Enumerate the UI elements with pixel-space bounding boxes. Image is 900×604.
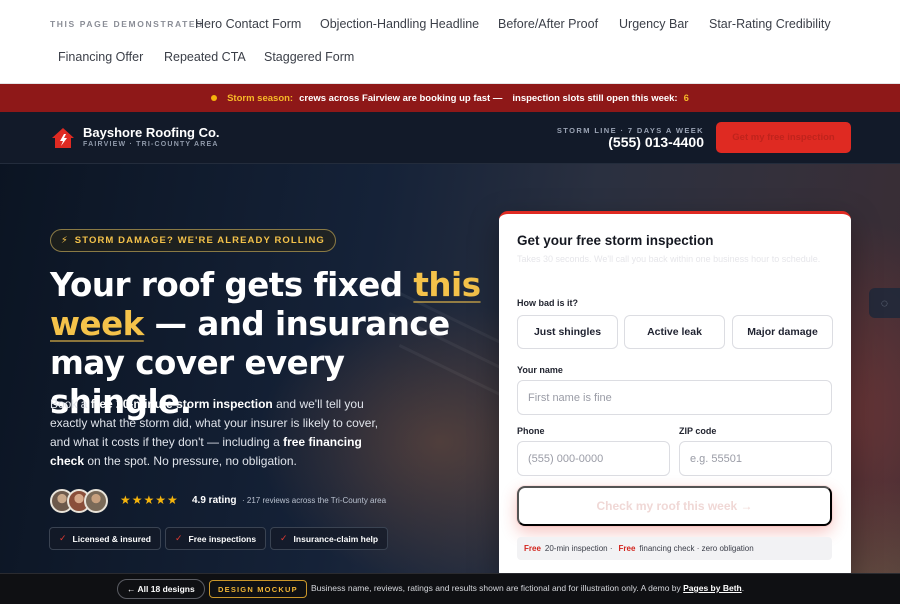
star-rating-icon: ★★★★★: [120, 493, 179, 507]
form-title: Get your free storm inspection: [517, 233, 714, 248]
check-icon: ✓: [59, 533, 67, 543]
side-widget-icon[interactable]: ◌: [869, 288, 900, 318]
demo-link-repeated-cta[interactable]: Repeated CTA: [164, 50, 246, 64]
urgency-slots-count: 6: [683, 92, 689, 104]
severity-option-major-damage[interactable]: Major damage: [732, 315, 833, 349]
zip-label: ZIP code: [679, 426, 717, 436]
house-logo-icon: [52, 128, 74, 148]
lightning-icon: ⚡: [61, 235, 69, 246]
demo-link-star-rating[interactable]: Star-Rating Credibility: [709, 17, 831, 31]
all-designs-button[interactable]: ← All 18 designs: [117, 579, 205, 599]
header-cta-button[interactable]: Get my free inspection: [716, 122, 851, 153]
phone-label: Phone: [517, 426, 545, 436]
demo-link-urgency-bar[interactable]: Urgency Bar: [619, 17, 688, 31]
brand-subtitle: FAIRVIEW · TRI-COUNTY AREA: [83, 141, 219, 148]
submit-button[interactable]: Check my roof this week →: [517, 486, 832, 526]
trust-chip-free-inspections: ✓ Free inspections: [165, 527, 267, 550]
urgency-text: crews across Fairview are booking up fas…: [299, 92, 503, 104]
disclaimer: Business name, reviews, ratings and resu…: [311, 583, 745, 593]
name-field[interactable]: First name is fine: [517, 380, 832, 415]
form-subtitle: Takes 30 seconds. We'll call you back wi…: [517, 254, 821, 264]
severity-option-active-leak[interactable]: Active leak: [624, 315, 725, 349]
avatar: [84, 489, 108, 513]
brand-name[interactable]: Bayshore Roofing Co.: [83, 125, 220, 140]
zip-field[interactable]: e.g. 55501: [679, 441, 832, 476]
reviewer-avatars: [50, 489, 110, 513]
demo-link-financing-offer[interactable]: Financing Offer: [58, 50, 143, 64]
design-mockup-badge: DESIGN MOCKUP: [209, 580, 307, 598]
hero-subtext: Book a free 20-minute storm inspection a…: [50, 397, 379, 468]
author-link[interactable]: Pages by Beth: [683, 583, 742, 593]
phone-number[interactable]: (555) 013-4400: [608, 134, 704, 150]
pulse-dot-icon: [211, 95, 218, 101]
severity-label: How bad is it?: [517, 298, 579, 308]
review-count: · 217 reviews across the Tri-County area: [242, 496, 387, 505]
demo-link-hero-contact-form[interactable]: Hero Contact Form: [195, 17, 301, 31]
demo-nav-label: THIS PAGE DEMONSTRATES: [50, 19, 204, 29]
rating-value: 4.9 rating: [192, 495, 237, 506]
urgency-bar: Storm season: crews across Fairview are …: [0, 84, 900, 112]
demo-link-objection-headline[interactable]: Objection-Handling Headline: [320, 17, 479, 31]
phone-field[interactable]: (555) 000-0000: [517, 441, 670, 476]
demo-nav: THIS PAGE DEMONSTRATES Hero Contact Form…: [0, 0, 900, 84]
urgency-lead: Storm season:: [227, 92, 294, 104]
urgency-slots-text: inspection slots still open this week:: [512, 92, 678, 104]
check-icon: ✓: [280, 533, 288, 543]
form-note: Free 20-min inspection · Free financing ch…: [517, 537, 832, 560]
severity-option-just-shingles[interactable]: Just shingles: [517, 315, 618, 349]
check-icon: ✓: [175, 533, 183, 543]
trust-chip-licensed: ✓ Licensed & insured: [49, 527, 161, 550]
storm-badge-label: STORM DAMAGE? WE'RE ALREADY ROLLING: [74, 235, 325, 246]
name-label: Your name: [517, 365, 563, 375]
trust-chip-insurance: ✓ Insurance-claim help: [270, 527, 389, 550]
demo-link-staggered-form[interactable]: Staggered Form: [264, 50, 354, 64]
storm-badge: ⚡ STORM DAMAGE? WE'RE ALREADY ROLLING: [50, 229, 336, 252]
demo-link-before-after[interactable]: Before/After Proof: [498, 17, 598, 31]
